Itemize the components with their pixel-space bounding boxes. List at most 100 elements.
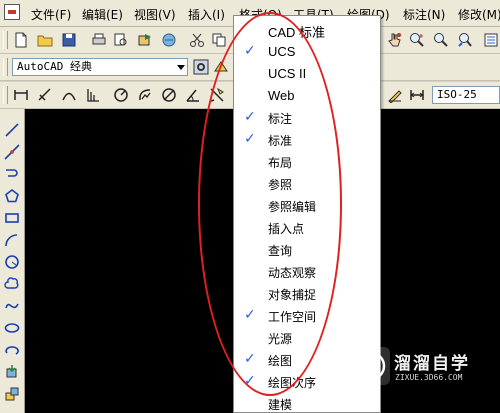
- ctx-item-label: UCS: [268, 44, 296, 59]
- check-icon: [244, 242, 258, 256]
- check-icon: [244, 396, 258, 410]
- check-icon: [244, 66, 258, 80]
- insert-block-icon[interactable]: [3, 363, 21, 381]
- jogged-dimension-icon[interactable]: [136, 86, 154, 104]
- menu-insert[interactable]: 插入(I): [188, 6, 225, 23]
- open-folder-icon[interactable]: [36, 31, 54, 49]
- ctx-item-label: 光源: [268, 332, 293, 346]
- ctx-item-label: 标准: [268, 134, 293, 148]
- properties-icon[interactable]: [482, 31, 500, 49]
- arc-icon[interactable]: [3, 231, 21, 249]
- toolbar-grip[interactable]: [3, 58, 8, 76]
- ctx-item-refedit[interactable]: 参照编辑: [234, 195, 380, 217]
- ctx-item-web[interactable]: Web: [234, 85, 380, 107]
- ctx-item-standard[interactable]: ✓ 标准: [234, 129, 380, 151]
- publish-icon[interactable]: [136, 31, 154, 49]
- ctx-item-label: 查询: [268, 244, 293, 258]
- ctx-item-label: 建模: [268, 398, 293, 412]
- layer-tool-icon[interactable]: [212, 58, 230, 76]
- toolbar-grip[interactable]: [3, 31, 8, 49]
- autocad-app-icon[interactable]: [4, 4, 20, 20]
- dimension-style-select[interactable]: ISO-25: [432, 86, 500, 104]
- zoom-window-icon[interactable]: [432, 31, 450, 49]
- watermark-url: ZIXUE.3D66.COM: [395, 373, 463, 382]
- 3d-dwf-icon[interactable]: [160, 31, 178, 49]
- dimension-style-value: ISO-25: [437, 88, 477, 101]
- cut-icon[interactable]: [188, 31, 206, 49]
- dimension-update-icon[interactable]: [408, 86, 426, 104]
- menu-view[interactable]: 视图(V): [134, 6, 176, 23]
- ctx-item-cad-standards[interactable]: CAD 标准: [234, 19, 380, 41]
- dimension-edit-icon[interactable]: [386, 86, 404, 104]
- linear-dimension-icon[interactable]: [12, 86, 30, 104]
- pan-icon[interactable]: [385, 31, 403, 49]
- menu-file[interactable]: 文件(F): [31, 6, 71, 23]
- check-icon: [244, 330, 258, 344]
- ctx-item-inquiry[interactable]: 查询: [234, 239, 380, 261]
- diameter-dimension-icon[interactable]: [160, 86, 178, 104]
- ctx-item-label: 绘图: [268, 354, 293, 368]
- workspace-settings-icon[interactable]: [192, 58, 210, 76]
- ctx-item-label: Web: [268, 88, 295, 103]
- workspace-select[interactable]: AutoCAD 经典: [12, 58, 188, 76]
- save-icon[interactable]: [60, 31, 78, 49]
- revision-cloud-icon[interactable]: [3, 275, 21, 293]
- check-icon: [244, 286, 258, 300]
- check-icon: ✓: [244, 351, 256, 367]
- aligned-dimension-icon[interactable]: [36, 86, 54, 104]
- workspace-select-value: AutoCAD 经典: [17, 60, 92, 73]
- radius-dimension-icon[interactable]: [112, 86, 130, 104]
- zoom-realtime-icon[interactable]: [408, 31, 426, 49]
- line-icon[interactable]: [3, 121, 21, 139]
- ctx-item-lights[interactable]: 光源: [234, 327, 380, 349]
- toolbar-grip[interactable]: [3, 86, 8, 104]
- menu-modify[interactable]: 修改(M): [458, 6, 500, 23]
- new-file-icon[interactable]: [12, 31, 30, 49]
- ellipse-icon[interactable]: [3, 319, 21, 337]
- zoom-previous-icon[interactable]: [456, 31, 474, 49]
- menu-edit[interactable]: 编辑(E): [82, 6, 123, 23]
- ctx-item-modeling[interactable]: 建模: [234, 393, 380, 412]
- check-icon: ✓: [244, 43, 256, 59]
- ctx-item-label: 标注: [268, 112, 293, 126]
- check-icon: [244, 22, 258, 36]
- ordinate-dimension-icon[interactable]: [84, 86, 102, 104]
- polyline-icon[interactable]: [3, 165, 21, 183]
- watermark-title: 溜溜自学: [394, 354, 470, 374]
- print-preview-icon[interactable]: [112, 31, 130, 49]
- draw-toolbar: [0, 109, 25, 413]
- check-icon: [244, 220, 258, 234]
- ctx-item-label: 参照: [268, 178, 293, 192]
- ctx-item-object-snap[interactable]: 对象捕捉: [234, 283, 380, 305]
- ctx-item-ucs-ii[interactable]: UCS II: [234, 63, 380, 85]
- ctx-item-insert-point[interactable]: 插入点: [234, 217, 380, 239]
- print-icon[interactable]: [90, 31, 108, 49]
- check-icon: ✓: [244, 109, 256, 125]
- spline-icon[interactable]: [3, 297, 21, 315]
- menu-dimension[interactable]: 标注(N): [403, 6, 445, 23]
- rectangle-icon[interactable]: [3, 209, 21, 227]
- ctx-item-orbit[interactable]: 动态观察: [234, 261, 380, 283]
- circle-icon[interactable]: [3, 253, 21, 271]
- ellipse-arc-icon[interactable]: [3, 341, 21, 359]
- quick-dimension-icon[interactable]: [208, 86, 226, 104]
- check-icon: ✓: [244, 131, 256, 147]
- copy-icon[interactable]: [210, 31, 228, 49]
- ctx-item-reference[interactable]: 参照: [234, 173, 380, 195]
- arc-length-icon[interactable]: [60, 86, 78, 104]
- ctx-item-workspaces[interactable]: ✓ 工作空间: [234, 305, 380, 327]
- polygon-icon[interactable]: [3, 187, 21, 205]
- ctx-item-label: 绘图次序: [268, 376, 317, 390]
- check-icon: [244, 176, 258, 190]
- make-block-icon[interactable]: [3, 385, 21, 403]
- check-icon: [244, 154, 258, 168]
- ctx-item-ucs[interactable]: ✓ UCS: [234, 41, 380, 63]
- ctx-item-label: 工作空间: [268, 310, 317, 324]
- construction-line-icon[interactable]: [3, 143, 21, 161]
- ctx-item-label: 对象捕捉: [268, 288, 317, 302]
- check-icon: [244, 198, 258, 212]
- ctx-item-layouts[interactable]: 布局: [234, 151, 380, 173]
- ctx-item-dimension[interactable]: ✓ 标注: [234, 107, 380, 129]
- ctx-item-label: 布局: [268, 156, 293, 170]
- angular-dimension-icon[interactable]: [184, 86, 202, 104]
